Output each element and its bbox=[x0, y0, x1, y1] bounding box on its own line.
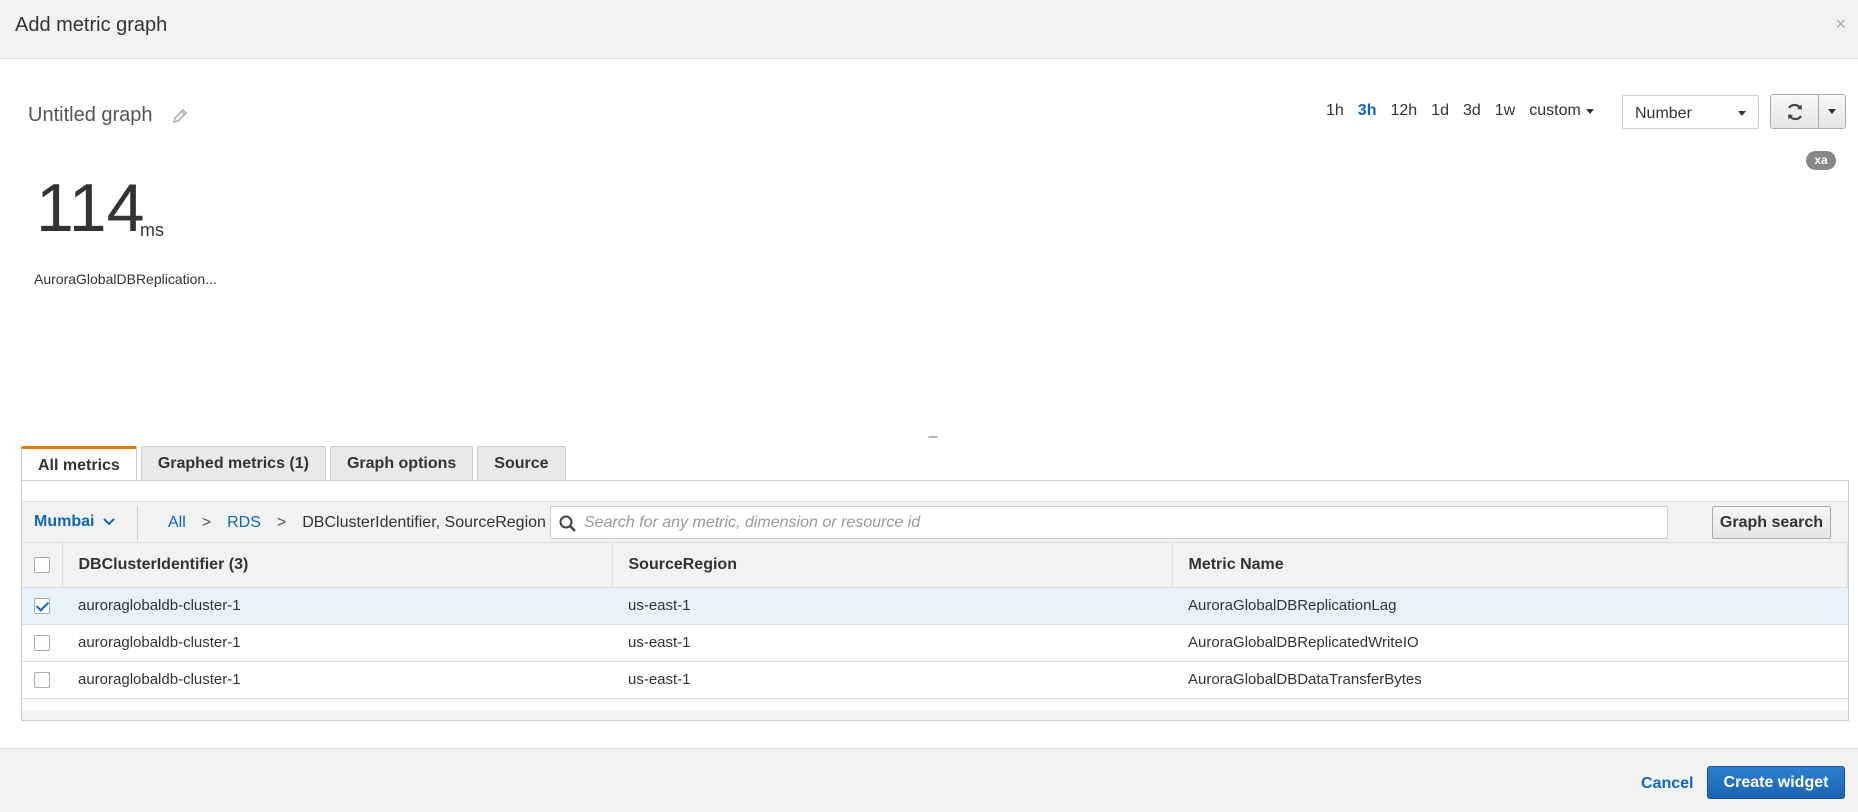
metric-search bbox=[550, 506, 1668, 539]
select-all-checkbox[interactable] bbox=[33, 556, 50, 573]
cell-cluster: auroraglobaldb-cluster-1 bbox=[62, 661, 612, 699]
chevron-down-icon bbox=[1738, 111, 1746, 116]
row-checkbox[interactable] bbox=[34, 635, 50, 652]
column-header-cluster[interactable]: DBClusterIdentifier (3) bbox=[62, 543, 613, 588]
cell-metric: AuroraGlobalDBDataTransferBytes bbox=[1172, 661, 1848, 699]
period-3h[interactable]: 3h bbox=[1358, 102, 1377, 120]
metric-label: AuroraGlobalDBReplication... bbox=[34, 271, 217, 287]
metric-unit: ms bbox=[140, 220, 164, 240]
pencil-icon[interactable] bbox=[172, 108, 188, 124]
chevron-down-icon bbox=[103, 518, 116, 526]
search-input[interactable] bbox=[584, 508, 1659, 537]
cell-metric: AuroraGlobalDBReplicatedWriteIO bbox=[1172, 624, 1848, 662]
graph-title[interactable]: Untitled graph bbox=[28, 104, 153, 127]
cancel-button[interactable]: Cancel bbox=[1641, 775, 1693, 793]
cell-region: us-east-1 bbox=[612, 587, 1172, 625]
divider bbox=[137, 506, 138, 540]
status-badge: xa bbox=[1806, 151, 1836, 170]
cell-metric: AuroraGlobalDBReplicationLag bbox=[1172, 587, 1848, 625]
row-checkbox-cell bbox=[22, 624, 62, 662]
metrics-panel: Mumbai All > RDS > DBClusterIdentifier, … bbox=[21, 480, 1849, 721]
cell-region: us-east-1 bbox=[612, 624, 1172, 662]
metrics-tabs: All metrics Graphed metrics (1) Graph op… bbox=[21, 446, 570, 482]
select-all-cell bbox=[22, 543, 63, 588]
period-3d[interactable]: 3d bbox=[1463, 102, 1481, 120]
table-row[interactable]: auroraglobaldb-cluster-1 us-east-1 Auror… bbox=[22, 661, 1848, 699]
cell-cluster: auroraglobaldb-cluster-1 bbox=[62, 587, 612, 625]
create-widget-button[interactable]: Create widget bbox=[1707, 766, 1845, 799]
row-checkbox[interactable] bbox=[34, 598, 50, 615]
row-checkbox[interactable] bbox=[34, 672, 50, 689]
chevron-down-icon bbox=[1585, 108, 1594, 114]
metrics-toolbar: Mumbai All > RDS > DBClusterIdentifier, … bbox=[22, 501, 1848, 543]
metrics-table: DBClusterIdentifier (3) SourceRegion Met… bbox=[22, 543, 1848, 699]
table-row[interactable]: auroraglobaldb-cluster-1 us-east-1 Auror… bbox=[22, 624, 1848, 662]
breadcrumb-separator: > bbox=[276, 514, 287, 531]
period-1d[interactable]: 1d bbox=[1431, 102, 1449, 120]
period-12h[interactable]: 12h bbox=[1390, 102, 1417, 120]
row-checkbox-cell bbox=[22, 587, 62, 625]
row-checkbox-cell bbox=[22, 661, 62, 699]
column-header-metric[interactable]: Metric Name bbox=[1172, 543, 1848, 588]
graph-type-value: Number bbox=[1635, 105, 1692, 122]
breadcrumb-all[interactable]: All bbox=[168, 514, 186, 532]
search-icon bbox=[559, 515, 576, 532]
table-header-row: DBClusterIdentifier (3) SourceRegion Met… bbox=[22, 543, 1848, 588]
cell-region: us-east-1 bbox=[612, 661, 1172, 699]
resize-handle[interactable]: --- bbox=[928, 429, 938, 443]
breadcrumb-rds[interactable]: RDS bbox=[227, 514, 261, 532]
dialog-footer: Cancel Create widget bbox=[0, 748, 1858, 812]
cell-cluster: auroraglobaldb-cluster-1 bbox=[62, 624, 612, 662]
tab-graph-options[interactable]: Graph options bbox=[329, 446, 474, 481]
tab-all-metrics[interactable]: All metrics bbox=[21, 446, 137, 482]
graph-search-button[interactable]: Graph search bbox=[1712, 506, 1831, 539]
dialog-header: Add metric graph × bbox=[0, 0, 1858, 59]
graph-type-select[interactable]: Number bbox=[1622, 95, 1759, 129]
chevron-down-icon bbox=[1828, 109, 1836, 114]
breadcrumb-current: DBClusterIdentifier, SourceRegion bbox=[302, 514, 546, 531]
refresh-button-group bbox=[1770, 94, 1846, 129]
metric-value: 114 bbox=[36, 170, 145, 246]
period-1h[interactable]: 1h bbox=[1326, 102, 1344, 120]
refresh-icon bbox=[1787, 103, 1802, 120]
region-selector[interactable]: Mumbai bbox=[34, 513, 116, 531]
refresh-button[interactable] bbox=[1771, 95, 1819, 128]
breadcrumb: All > RDS > DBClusterIdentifier, SourceR… bbox=[168, 514, 546, 532]
breadcrumb-separator: > bbox=[201, 514, 212, 531]
dialog-title: Add metric graph bbox=[15, 14, 168, 36]
time-range-selector: 1h 3h 12h 1d 3d 1w custom bbox=[1326, 102, 1608, 120]
refresh-options-button[interactable] bbox=[1819, 95, 1845, 128]
tab-source[interactable]: Source bbox=[477, 446, 566, 481]
tab-graphed-metrics[interactable]: Graphed metrics (1) bbox=[140, 446, 326, 481]
period-custom[interactable]: custom bbox=[1529, 102, 1594, 120]
table-footer bbox=[22, 710, 1848, 720]
period-custom-label: custom bbox=[1529, 102, 1581, 119]
column-header-region[interactable]: SourceRegion bbox=[612, 543, 1173, 588]
table-row[interactable]: auroraglobaldb-cluster-1 us-east-1 Auror… bbox=[22, 587, 1848, 625]
period-1w[interactable]: 1w bbox=[1495, 102, 1515, 120]
close-icon[interactable]: × bbox=[1835, 14, 1846, 35]
region-label: Mumbai bbox=[34, 513, 95, 530]
